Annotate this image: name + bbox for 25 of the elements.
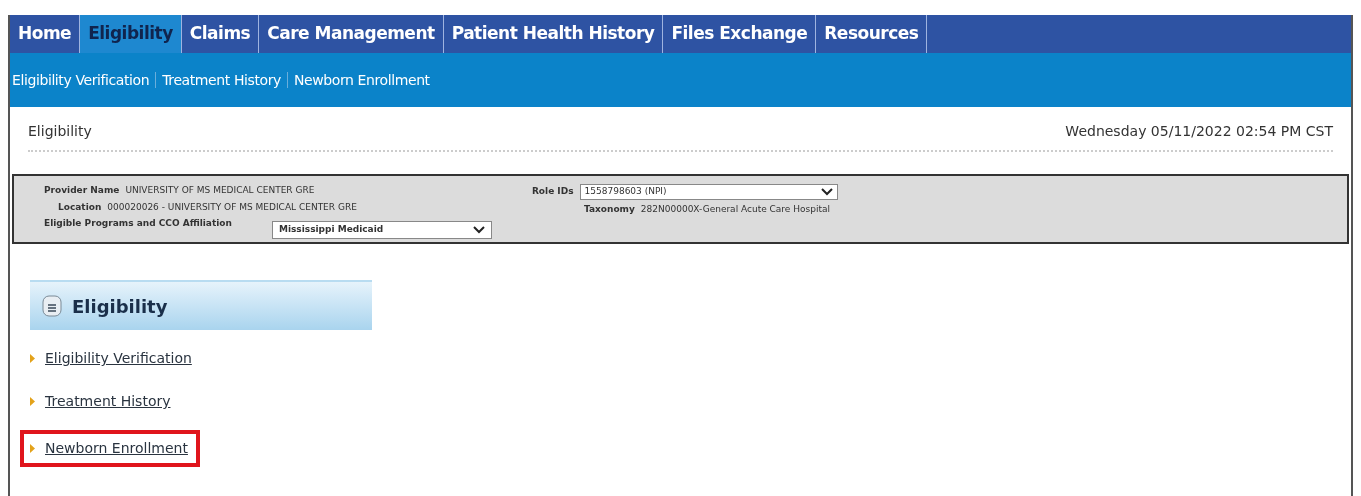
panel-title: Eligibility <box>72 294 168 319</box>
field-value: 000020026 - UNIVERSITY OF MS MEDICAL CENTER GRE <box>107 200 357 214</box>
field-label: Location <box>58 200 102 214</box>
arrow-icon <box>30 444 35 453</box>
panel-link[interactable]: Eligibility Verification <box>45 348 192 369</box>
role-ids-dropdown[interactable]: 1558798603 (NPI) <box>579 184 838 200</box>
field-value: 282N00000X-General Acute Care Hospital <box>640 203 830 216</box>
field-label: Role IDs <box>531 185 574 199</box>
field-value: UNIVERSITY OF MS MEDICAL CENTER GRE <box>125 184 315 197</box>
programs-dropdown[interactable]: Mississippi Medicaid <box>271 221 492 239</box>
page-title: Eligibility <box>28 122 92 141</box>
field-label: Taxonomy <box>583 203 635 216</box>
date-time: Wednesday 05/11/2022 02:54 PM CST <box>1065 122 1333 141</box>
panel-link[interactable]: Treatment History <box>45 391 171 412</box>
sub-nav-link[interactable]: Newborn Enrollment <box>293 69 430 91</box>
field-label: Provider Name <box>44 184 120 197</box>
sub-nav-link[interactable]: Eligibility Verification <box>12 69 150 91</box>
field-label: Eligible Programs and CCO Affiliation <box>44 217 232 230</box>
nav-tab[interactable]: Eligibility <box>80 15 182 53</box>
arrow-icon <box>30 397 35 406</box>
document-icon <box>42 295 62 317</box>
caret-icon <box>820 188 833 196</box>
arrow-icon <box>30 354 35 363</box>
sub-nav-link[interactable]: Treatment History <box>162 69 281 91</box>
caret-icon <box>472 226 485 234</box>
